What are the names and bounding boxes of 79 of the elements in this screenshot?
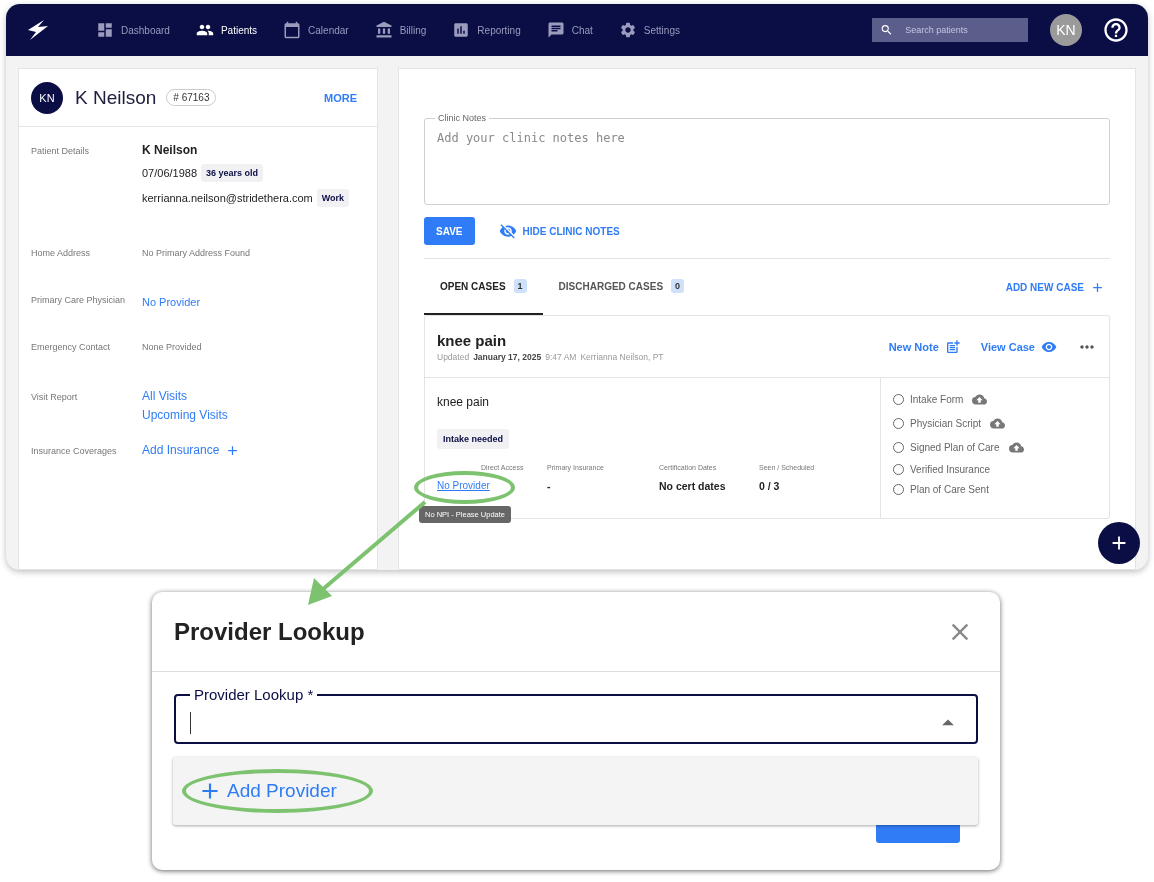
- dashboard-icon: [96, 21, 114, 39]
- age-tag: 36 years old: [201, 164, 264, 182]
- patient-name: K Neilson: [75, 86, 157, 109]
- detail-label: Home Address: [31, 247, 92, 260]
- checklist-item[interactable]: Physician Script: [893, 416, 1097, 431]
- add-insurance-link[interactable]: Add Insurance: [142, 442, 241, 458]
- radio-circle[interactable]: [893, 442, 904, 453]
- checklist-item[interactable]: Verified Insurance: [893, 464, 1097, 475]
- checklist-item[interactable]: Intake Form: [893, 392, 1097, 407]
- updated-date: January 17, 2025: [473, 351, 542, 362]
- nav-item[interactable]: Settings: [618, 21, 680, 39]
- add-fab[interactable]: [1098, 522, 1140, 564]
- calendar-icon: [283, 21, 302, 39]
- detail-label: Insurance Coverages: [31, 445, 118, 458]
- chat-bubble-icon: [546, 21, 565, 39]
- patient-avatar: KN: [31, 81, 63, 114]
- radio-circle[interactable]: [893, 418, 904, 429]
- visit-link[interactable]: Upcoming Visits: [142, 408, 228, 422]
- nav-item[interactable]: Billing: [374, 21, 427, 39]
- settings-icon: [618, 21, 637, 39]
- detail-label: Primary Care Physician: [31, 294, 127, 307]
- bank-icon: [374, 21, 393, 39]
- field-value: -: [547, 480, 551, 492]
- radio-circle[interactable]: [893, 484, 904, 495]
- case-tab[interactable]: OPEN CASES 1: [424, 259, 543, 315]
- radio-circle[interactable]: [893, 394, 904, 405]
- updated-label: Updated: [437, 351, 470, 362]
- note-add-icon: [944, 338, 961, 355]
- nav-item[interactable]: Chat: [546, 21, 593, 39]
- nav-item[interactable]: Dashboard: [96, 21, 170, 39]
- case-title: knee pain: [437, 331, 508, 349]
- save-button[interactable]: SAVE: [424, 217, 475, 245]
- detail-value: None Provided: [142, 341, 203, 354]
- add-case-link[interactable]: ADD NEW CASE: [1005, 279, 1105, 295]
- provider-lookup-field[interactable]: Provider Lookup *: [174, 686, 978, 744]
- detail-label: Emergency Contact: [31, 341, 112, 354]
- case-description: knee pain: [437, 395, 490, 409]
- help-icon[interactable]: [1102, 16, 1130, 44]
- chart-icon: [452, 21, 471, 39]
- view-case-link[interactable]: View Case: [980, 338, 1057, 355]
- email-type-tag: Work: [316, 189, 350, 207]
- nav-item[interactable]: Reporting: [452, 21, 521, 39]
- visit-link[interactable]: All Visits: [142, 389, 188, 403]
- author-name: Kerrianna Neilson, PT: [580, 351, 664, 362]
- field-label: Clinic Notes: [437, 113, 487, 123]
- status-tag: Intake needed: [437, 429, 510, 449]
- detail-label: Visit Report: [31, 391, 79, 404]
- search-icon: [880, 22, 894, 38]
- patient-name: K Neilson: [142, 143, 199, 157]
- dialog-title: Provider Lookup: [174, 617, 365, 646]
- provider-link[interactable]: No Provider: [142, 296, 201, 308]
- email-address: kerrianna.neilson@stridethera.com: [142, 192, 313, 204]
- count-badge: 0: [671, 279, 685, 293]
- field-value: No cert dates: [659, 480, 726, 492]
- field-value: 0 / 3: [759, 480, 780, 492]
- count-badge: 1: [513, 279, 527, 293]
- cloud-upload-icon[interactable]: [1008, 440, 1024, 455]
- updated-time: 9:47 AM: [545, 351, 577, 362]
- checklist-item[interactable]: Signed Plan of Care: [893, 440, 1097, 455]
- search-field[interactable]: Search patients: [872, 18, 1028, 42]
- case-tab[interactable]: DISCHARGED CASES 0: [542, 259, 701, 315]
- field-label: Provider Lookup *: [193, 686, 315, 703]
- birth-date: 07/06/1988: [142, 167, 198, 179]
- search-input[interactable]: Search patients: [903, 24, 1020, 36]
- checklist-item[interactable]: Plan of Care Sent: [893, 484, 1097, 495]
- eye-off-icon: [498, 222, 517, 240]
- nav-item[interactable]: Calendar: [283, 21, 349, 39]
- cloud-upload-icon[interactable]: [972, 392, 988, 407]
- hide-notes-button[interactable]: HIDE CLINIC NOTES: [492, 221, 626, 241]
- radio-circle[interactable]: [893, 464, 904, 475]
- nav-item[interactable]: Patients: [195, 21, 258, 39]
- provider-link[interactable]: No Provider: [437, 480, 490, 491]
- clinic-notes-field[interactable]: Clinic Notes Add your clinic notes here: [424, 113, 1110, 205]
- new-note-link[interactable]: New Note: [888, 338, 961, 355]
- detail-value: No Primary Address Found: [142, 247, 252, 260]
- add-provider-option[interactable]: Add Provider: [197, 778, 337, 804]
- cloud-upload-icon[interactable]: [990, 416, 1006, 431]
- detail-label: Patient Details: [31, 145, 91, 158]
- more-link[interactable]: MORE: [324, 91, 357, 104]
